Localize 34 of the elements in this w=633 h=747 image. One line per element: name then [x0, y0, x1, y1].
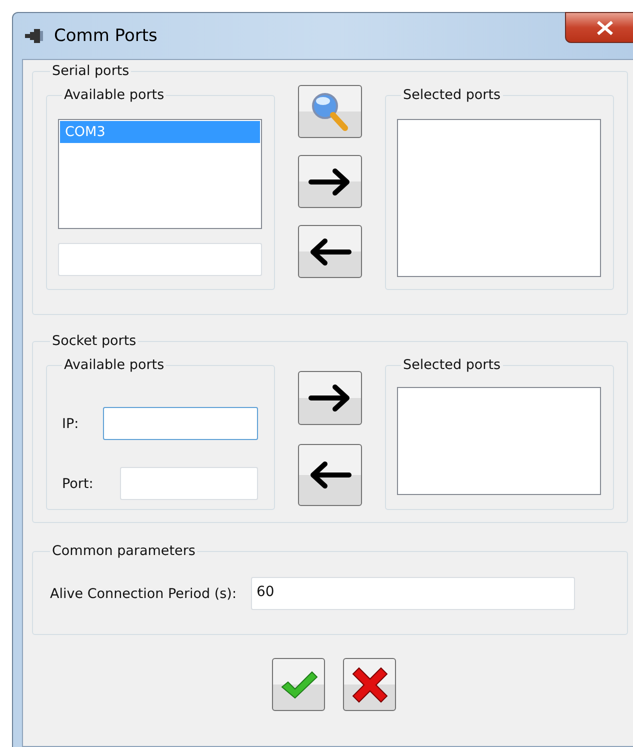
- cancel-button[interactable]: [343, 658, 396, 711]
- right-arrow-icon: [308, 166, 352, 196]
- input-field[interactable]: 60: [250, 577, 575, 610]
- group-title: Serial ports: [51, 63, 130, 79]
- close-button[interactable]: [565, 12, 633, 43]
- add-button[interactable]: [298, 371, 362, 425]
- field-label: IP:: [62, 416, 80, 432]
- port-list[interactable]: [397, 387, 601, 495]
- port-list[interactable]: COM3: [58, 119, 262, 229]
- remove-button[interactable]: [298, 444, 362, 506]
- list-item[interactable]: COM3: [60, 121, 260, 143]
- group-title: Selected ports: [402, 357, 502, 373]
- input-field[interactable]: [103, 407, 258, 440]
- remove-button[interactable]: [298, 225, 362, 278]
- close-icon: [596, 20, 614, 34]
- checkmark-icon: [280, 670, 318, 700]
- search-button[interactable]: [298, 85, 362, 138]
- left-arrow-icon: [308, 460, 352, 490]
- group-title: Common parameters: [51, 543, 196, 559]
- add-button[interactable]: [298, 155, 362, 208]
- group-title: Available ports: [63, 357, 166, 373]
- port-list[interactable]: [397, 119, 601, 277]
- window-title: Comm Ports: [54, 26, 158, 46]
- left-arrow-icon: [308, 236, 352, 266]
- field-label: Port:: [62, 476, 94, 492]
- plug-icon: [24, 28, 44, 44]
- right-arrow-icon: [308, 383, 352, 413]
- group-title: Socket ports: [51, 333, 138, 349]
- group-title: Available ports: [63, 87, 166, 103]
- group-title: Selected ports: [402, 87, 502, 103]
- ok-button[interactable]: [272, 658, 325, 711]
- cross-icon: [350, 666, 388, 702]
- field-label: Alive Connection Period (s):: [50, 586, 237, 602]
- search-icon: [310, 90, 350, 132]
